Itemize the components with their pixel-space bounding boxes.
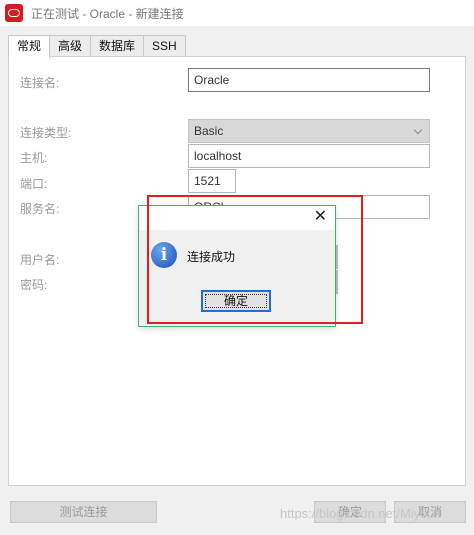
service-name-label: 服务名: bbox=[20, 202, 60, 216]
annotation-highlight-box bbox=[147, 195, 363, 324]
password-label: 密码: bbox=[20, 278, 48, 292]
connection-type-select[interactable]: Basic bbox=[188, 119, 430, 143]
connection-type-value: Basic bbox=[194, 124, 224, 138]
tab-database[interactable]: 数据库 bbox=[90, 35, 145, 57]
chevron-down-icon bbox=[413, 125, 423, 135]
watermark-text: https://blog.csdn.net/Miyouli bbox=[280, 506, 441, 521]
port-input[interactable]: 1521 bbox=[188, 169, 236, 193]
title-bar: 正在测试 - Oracle - 新建连接 bbox=[0, 0, 474, 26]
tab-general[interactable]: 常规 bbox=[8, 35, 51, 58]
username-label: 用户名: bbox=[20, 253, 60, 267]
test-connection-button[interactable]: 测试连接 bbox=[10, 501, 157, 523]
tab-advanced[interactable]: 高级 bbox=[49, 35, 92, 57]
connection-name-label: 连接名: bbox=[20, 76, 60, 90]
tab-ssh[interactable]: SSH bbox=[143, 35, 186, 57]
port-label: 端口: bbox=[20, 177, 48, 191]
new-connection-window: 正在测试 - Oracle - 新建连接 常规 高级 数据库 SSH 连接名: … bbox=[0, 0, 474, 535]
oracle-app-icon bbox=[5, 4, 23, 22]
host-label: 主机: bbox=[20, 151, 48, 165]
window-title: 正在测试 - Oracle - 新建连接 bbox=[31, 6, 184, 21]
host-input[interactable]: localhost bbox=[188, 144, 430, 168]
connection-name-input[interactable]: Oracle bbox=[188, 68, 430, 92]
connection-type-label: 连接类型: bbox=[20, 126, 72, 140]
tab-bar: 常规 高级 数据库 SSH bbox=[8, 35, 186, 58]
